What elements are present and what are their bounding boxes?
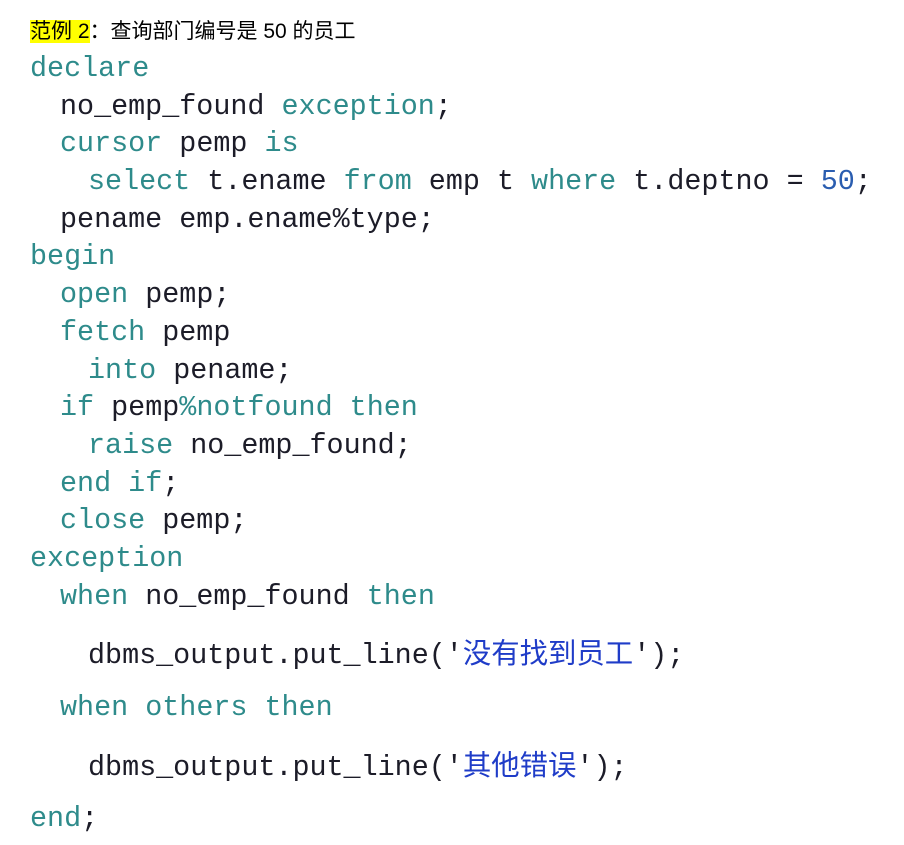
code-punctuation: ; bbox=[162, 466, 180, 500]
code-keyword: select bbox=[88, 165, 191, 199]
code-identifier: t.deptno = bbox=[633, 165, 804, 199]
code-line: when no_emp_found then bbox=[0, 578, 904, 616]
code-identifier: emp t bbox=[428, 165, 514, 199]
code-number: 50 bbox=[820, 165, 855, 199]
code-punctuation: ; bbox=[854, 165, 872, 199]
code-keyword: exception bbox=[30, 541, 184, 575]
code-identifier: pemp bbox=[162, 315, 231, 349]
code-block: declare no_emp_found exception; cursor p… bbox=[0, 50, 904, 838]
code-line: dbms_output.put_line('其他错误'); bbox=[0, 747, 904, 785]
code-keyword: end bbox=[30, 802, 82, 836]
document-page: 范例 2：查询部门编号是 50 的员工 declare no_emp_found… bbox=[0, 0, 904, 845]
code-keyword: open bbox=[60, 278, 129, 312]
heading-colon: ： bbox=[89, 20, 111, 43]
code-keyword: cursor bbox=[60, 127, 163, 161]
code-identifier: no_emp_found bbox=[60, 89, 265, 123]
code-keyword: begin bbox=[30, 240, 116, 274]
code-keyword: then bbox=[349, 391, 418, 425]
code-keyword: when bbox=[60, 691, 129, 724]
code-identifier: pemp bbox=[179, 127, 248, 161]
code-identifier: dbms_output.put_line(' bbox=[88, 750, 463, 784]
code-line: end if; bbox=[0, 465, 904, 503]
code-keyword: exception bbox=[281, 89, 435, 123]
code-keyword: %notfound bbox=[179, 391, 333, 425]
code-identifier: pename; bbox=[173, 353, 293, 387]
code-line: when others then bbox=[0, 689, 904, 727]
example-title: 查询部门编号是 50 的员工 bbox=[110, 20, 356, 43]
code-identifier: no_emp_found bbox=[145, 579, 350, 613]
code-keyword: end bbox=[60, 466, 112, 500]
code-identifier: dbms_output.put_line(' bbox=[88, 639, 463, 673]
code-line: raise no_emp_found; bbox=[0, 427, 904, 465]
code-line: open pemp; bbox=[0, 276, 904, 314]
code-identifier: pemp bbox=[111, 391, 180, 425]
code-identifier: no_emp_found; bbox=[190, 428, 412, 462]
code-line: exception bbox=[0, 540, 904, 578]
code-keyword: into bbox=[88, 353, 157, 387]
example-label-highlighted: 范例 2 bbox=[30, 20, 90, 43]
code-punctuation: ; bbox=[81, 802, 99, 836]
code-identifier: '); bbox=[633, 639, 685, 673]
code-line: if pemp%notfound then bbox=[0, 389, 904, 427]
code-keyword: when bbox=[60, 579, 129, 613]
code-keyword: others bbox=[145, 691, 248, 724]
code-line: fetch pemp bbox=[0, 314, 904, 352]
code-line: end; bbox=[0, 800, 904, 838]
code-keyword: from bbox=[343, 165, 412, 199]
code-keyword: where bbox=[531, 165, 617, 199]
code-line: close pemp; bbox=[0, 502, 904, 540]
code-identifier: pemp; bbox=[162, 504, 248, 538]
code-keyword: close bbox=[60, 504, 146, 538]
code-keyword: declare bbox=[30, 52, 150, 85]
code-identifier: pename emp.ename%type; bbox=[60, 202, 435, 236]
code-keyword: if bbox=[60, 391, 95, 425]
code-identifier: '); bbox=[576, 750, 628, 784]
code-line: no_emp_found exception; bbox=[0, 88, 904, 126]
code-line: begin bbox=[0, 238, 904, 276]
code-keyword: fetch bbox=[60, 315, 146, 349]
code-keyword: if bbox=[128, 466, 163, 500]
code-string: 其他错误 bbox=[462, 748, 577, 782]
code-keyword: then bbox=[366, 579, 435, 613]
code-string: 没有找到员工 bbox=[462, 637, 634, 671]
code-line: declare bbox=[0, 50, 904, 88]
code-line: dbms_output.put_line('没有找到员工'); bbox=[0, 635, 904, 673]
code-keyword: is bbox=[264, 127, 299, 161]
example-heading: 范例 2：查询部门编号是 50 的员工 bbox=[30, 14, 356, 50]
code-punctuation: ; bbox=[434, 89, 452, 123]
code-keyword: raise bbox=[88, 428, 174, 462]
code-line: into pename; bbox=[0, 352, 904, 390]
code-identifier: t.ename bbox=[207, 165, 327, 199]
code-identifier: pemp; bbox=[145, 278, 231, 312]
code-line: pename emp.ename%type; bbox=[0, 201, 904, 239]
code-line: cursor pemp is bbox=[0, 125, 904, 163]
code-keyword: then bbox=[264, 691, 333, 724]
code-line: select t.ename from emp t where t.deptno… bbox=[0, 163, 904, 201]
